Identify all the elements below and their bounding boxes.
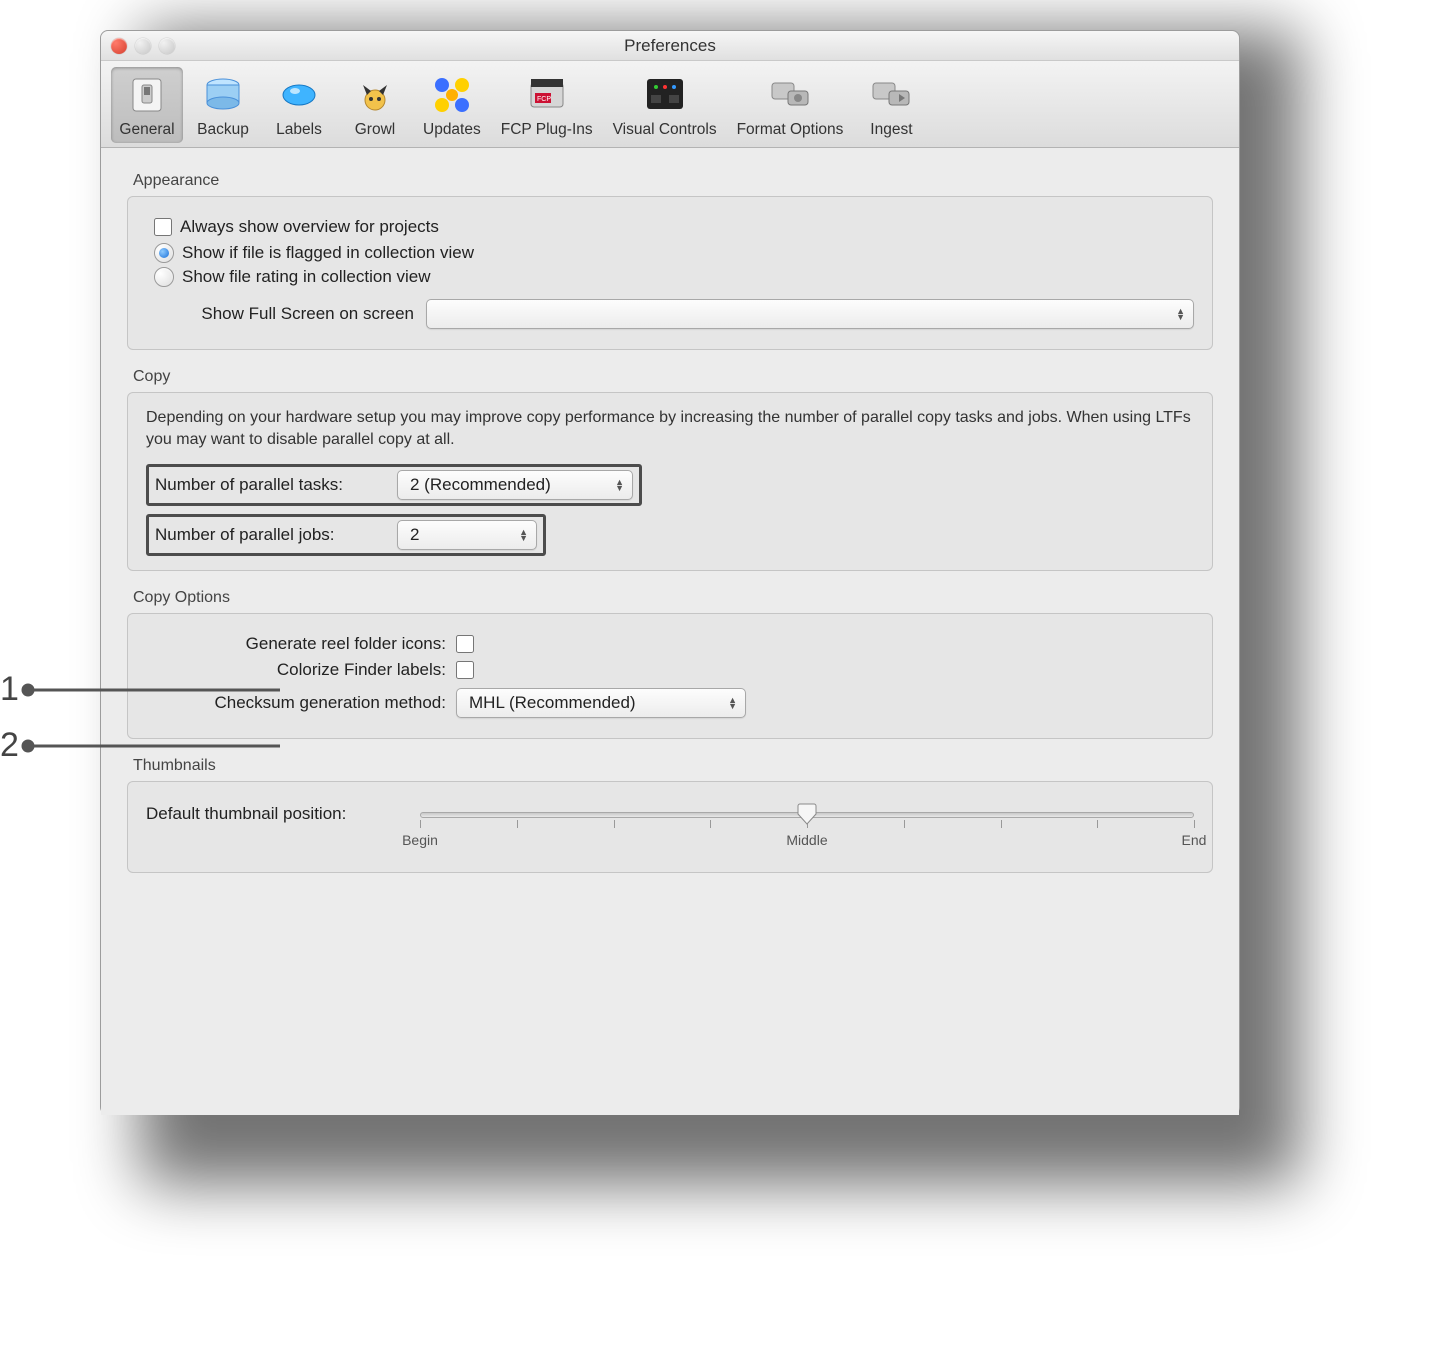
always-show-overview-checkbox[interactable]: [154, 218, 172, 236]
visual-controls-icon: [641, 71, 689, 119]
slider-tick: [420, 820, 421, 828]
callout-label-1: 1: [0, 670, 19, 708]
chevron-updown-icon: ▲▼: [728, 697, 737, 709]
appearance-title: Appearance: [133, 172, 1213, 190]
appearance-group: Appearance Always show overview for proj…: [127, 172, 1213, 350]
growl-icon: [351, 71, 399, 119]
parallel-tasks-row: Number of parallel tasks: 2 (Recommended…: [146, 464, 642, 506]
updates-icon: [428, 71, 476, 119]
tab-updates[interactable]: Updates: [415, 67, 489, 143]
format-options-icon: [766, 71, 814, 119]
tab-format-options[interactable]: Format Options: [729, 67, 852, 143]
reel-icons-label: Generate reel folder icons:: [146, 634, 446, 654]
show-rating-radio[interactable]: [154, 267, 174, 287]
chevron-updown-icon: ▲▼: [615, 479, 624, 491]
tab-ingest[interactable]: Ingest: [855, 67, 927, 143]
svg-text:FCP: FCP: [537, 96, 551, 103]
slider-thumb[interactable]: [796, 802, 818, 824]
thumbnail-position-slider[interactable]: BeginMiddleEnd: [420, 802, 1194, 842]
checksum-method-label: Checksum generation method:: [146, 693, 446, 713]
fullscreen-select[interactable]: ▲▼: [426, 299, 1194, 329]
show-rating-label: Show file rating in collection view: [182, 267, 431, 287]
parallel-jobs-select[interactable]: 2 ▲▼: [397, 520, 537, 550]
tab-general[interactable]: General: [111, 67, 183, 143]
copy-options-group: Copy Options Generate reel folder icons:…: [127, 589, 1213, 739]
slider-tick: [1001, 820, 1002, 828]
slider-tick: [517, 820, 518, 828]
fcp-icon: FCP: [523, 71, 571, 119]
callout-label-2: 2: [0, 726, 19, 764]
minimize-icon[interactable]: [135, 38, 151, 54]
tab-growl[interactable]: Growl: [339, 67, 411, 143]
thumbnails-group: Thumbnails Default thumbnail position: B…: [127, 757, 1213, 873]
slider-tick: [614, 820, 615, 828]
slider-tick: [710, 820, 711, 828]
show-flagged-label: Show if file is flagged in collection vi…: [182, 243, 474, 263]
tab-visual-controls[interactable]: Visual Controls: [605, 67, 725, 143]
backup-icon: [199, 71, 247, 119]
finder-labels-label: Colorize Finder labels:: [146, 660, 446, 680]
ingest-icon: [867, 71, 915, 119]
labels-icon: [275, 71, 323, 119]
tab-labels[interactable]: Labels: [263, 67, 335, 143]
parallel-tasks-label: Number of parallel tasks:: [155, 475, 387, 495]
thumbnail-position-label: Default thumbnail position:: [146, 802, 406, 824]
slider-tick: [904, 820, 905, 828]
finder-labels-checkbox[interactable]: [456, 661, 474, 679]
thumbnails-title: Thumbnails: [133, 757, 1213, 775]
slider-tick: [1097, 820, 1098, 828]
checksum-method-select[interactable]: MHL (Recommended) ▲▼: [456, 688, 746, 718]
always-show-overview-label: Always show overview for projects: [180, 217, 439, 237]
parallel-jobs-row: Number of parallel jobs: 2 ▲▼: [146, 514, 546, 556]
zoom-icon[interactable]: [159, 38, 175, 54]
copy-description: Depending on your hardware setup you may…: [146, 407, 1194, 450]
copy-title: Copy: [133, 368, 1213, 386]
preferences-toolbar: General Backup Labels Growl: [101, 61, 1239, 148]
chevron-updown-icon: ▲▼: [1176, 308, 1185, 320]
tab-backup[interactable]: Backup: [187, 67, 259, 143]
copy-options-title: Copy Options: [133, 589, 1213, 607]
parallel-jobs-label: Number of parallel jobs:: [155, 525, 387, 545]
window-title: Preferences: [624, 36, 716, 56]
titlebar: Preferences: [101, 31, 1239, 61]
close-icon[interactable]: [111, 38, 127, 54]
parallel-tasks-select[interactable]: 2 (Recommended) ▲▼: [397, 470, 633, 500]
slider-tick: [1194, 820, 1195, 828]
copy-group: Copy Depending on your hardware setup yo…: [127, 368, 1213, 571]
slider-tick-label: Middle: [786, 832, 827, 848]
general-icon: [123, 71, 171, 119]
preferences-window: Preferences General Backup Labels: [100, 30, 1240, 1115]
reel-icons-checkbox[interactable]: [456, 635, 474, 653]
slider-tick-label: End: [1182, 832, 1207, 848]
tab-fcp-plugins[interactable]: FCP FCP Plug-Ins: [493, 67, 601, 143]
slider-tick-label: Begin: [402, 832, 438, 848]
show-flagged-radio[interactable]: [154, 243, 174, 263]
chevron-updown-icon: ▲▼: [519, 529, 528, 541]
fullscreen-label: Show Full Screen on screen: [146, 304, 414, 324]
